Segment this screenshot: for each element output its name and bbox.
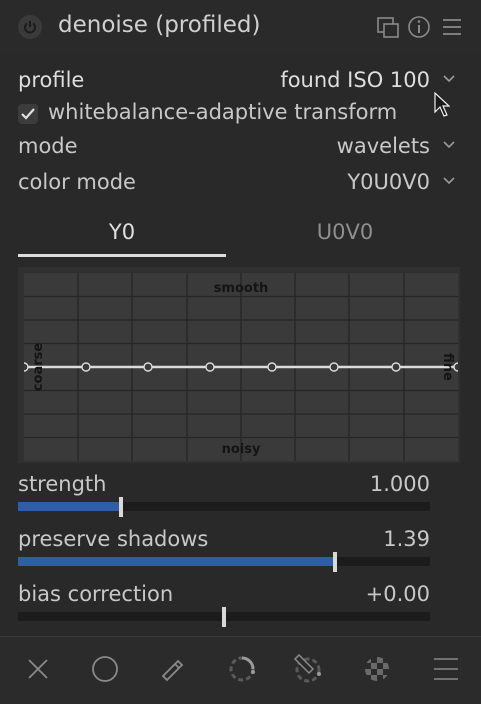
curve-node[interactable] (205, 362, 215, 372)
graph-right-label: fine (440, 353, 455, 381)
wavelet-curve-graph[interactable]: smooth noisy coarse fine (24, 273, 458, 461)
preserve-shadows-handle[interactable] (333, 552, 338, 572)
mode-label: mode (18, 134, 78, 158)
preserve-shadows-value: 1.39 (383, 527, 430, 551)
strength-value: 1.000 (369, 472, 430, 496)
menu-icon[interactable] (431, 654, 461, 684)
module-header: denoise (profiled) (0, 0, 481, 54)
chevron-down-icon (443, 75, 455, 83)
color-mode-label: color mode (18, 170, 136, 194)
power-icon[interactable] (18, 15, 42, 39)
strength-track[interactable] (18, 497, 430, 517)
preserve-shadows-label: preserve shadows (18, 527, 209, 551)
whitebalance-label: whitebalance-adaptive transform (48, 100, 398, 124)
graph-left-label: coarse (31, 343, 46, 392)
curve-node[interactable] (267, 362, 277, 372)
pencil-icon[interactable] (158, 654, 188, 684)
bias-correction-slider[interactable]: bias correction +0.00 (18, 582, 430, 627)
mode-combobox[interactable]: mode wavelets (18, 134, 460, 164)
bias-correction-value: +0.00 (365, 582, 430, 606)
chevron-down-icon (443, 141, 455, 149)
profile-combobox[interactable]: profile found ISO 100 (18, 68, 460, 98)
curve-node[interactable] (143, 362, 153, 372)
raster-mask-icon[interactable] (362, 654, 392, 684)
module-title: denoise (profiled) (58, 12, 261, 38)
curve-node[interactable] (24, 362, 29, 372)
curve-node[interactable] (329, 362, 339, 372)
checkmark-icon (21, 108, 35, 120)
tab-y0[interactable]: Y0 (18, 220, 226, 256)
chevron-down-icon (443, 177, 455, 185)
circle-icon[interactable] (90, 654, 120, 684)
close-icon[interactable] (23, 654, 53, 684)
profile-label: profile (18, 68, 85, 92)
bias-correction-handle[interactable] (222, 607, 226, 627)
multi-instance-icon[interactable] (376, 15, 400, 39)
reset-icon[interactable] (407, 15, 431, 39)
active-tab-indicator (18, 254, 226, 257)
curve-node[interactable] (81, 362, 91, 372)
graph-bottom-label: noisy (222, 442, 261, 457)
bias-correction-track[interactable] (18, 607, 430, 627)
profile-value: found ISO 100 (280, 68, 430, 92)
curve-node[interactable] (391, 362, 401, 372)
strength-label: strength (18, 472, 107, 496)
color-mode-value: Y0U0V0 (347, 170, 430, 194)
strength-handle[interactable] (119, 497, 123, 517)
whitebalance-checkbox[interactable] (18, 104, 38, 124)
color-mode-combobox[interactable]: color mode Y0U0V0 (18, 170, 460, 200)
strength-slider[interactable]: strength 1.000 (18, 472, 430, 517)
drawn-parametric-icon[interactable] (227, 654, 257, 684)
bias-correction-label: bias correction (18, 582, 174, 606)
preserve-shadows-fill (18, 557, 336, 566)
graph-top-label: smooth (214, 281, 269, 296)
presets-icon[interactable] (440, 15, 464, 39)
preserve-shadows-slider[interactable]: preserve shadows 1.39 (18, 527, 430, 572)
mouse-cursor-icon (434, 92, 450, 117)
mode-value: wavelets (336, 134, 430, 158)
strength-fill (18, 502, 121, 511)
tab-u0v0[interactable]: U0V0 (240, 220, 450, 256)
parametric-mask-icon[interactable] (293, 654, 323, 684)
preserve-shadows-track[interactable] (18, 552, 430, 572)
